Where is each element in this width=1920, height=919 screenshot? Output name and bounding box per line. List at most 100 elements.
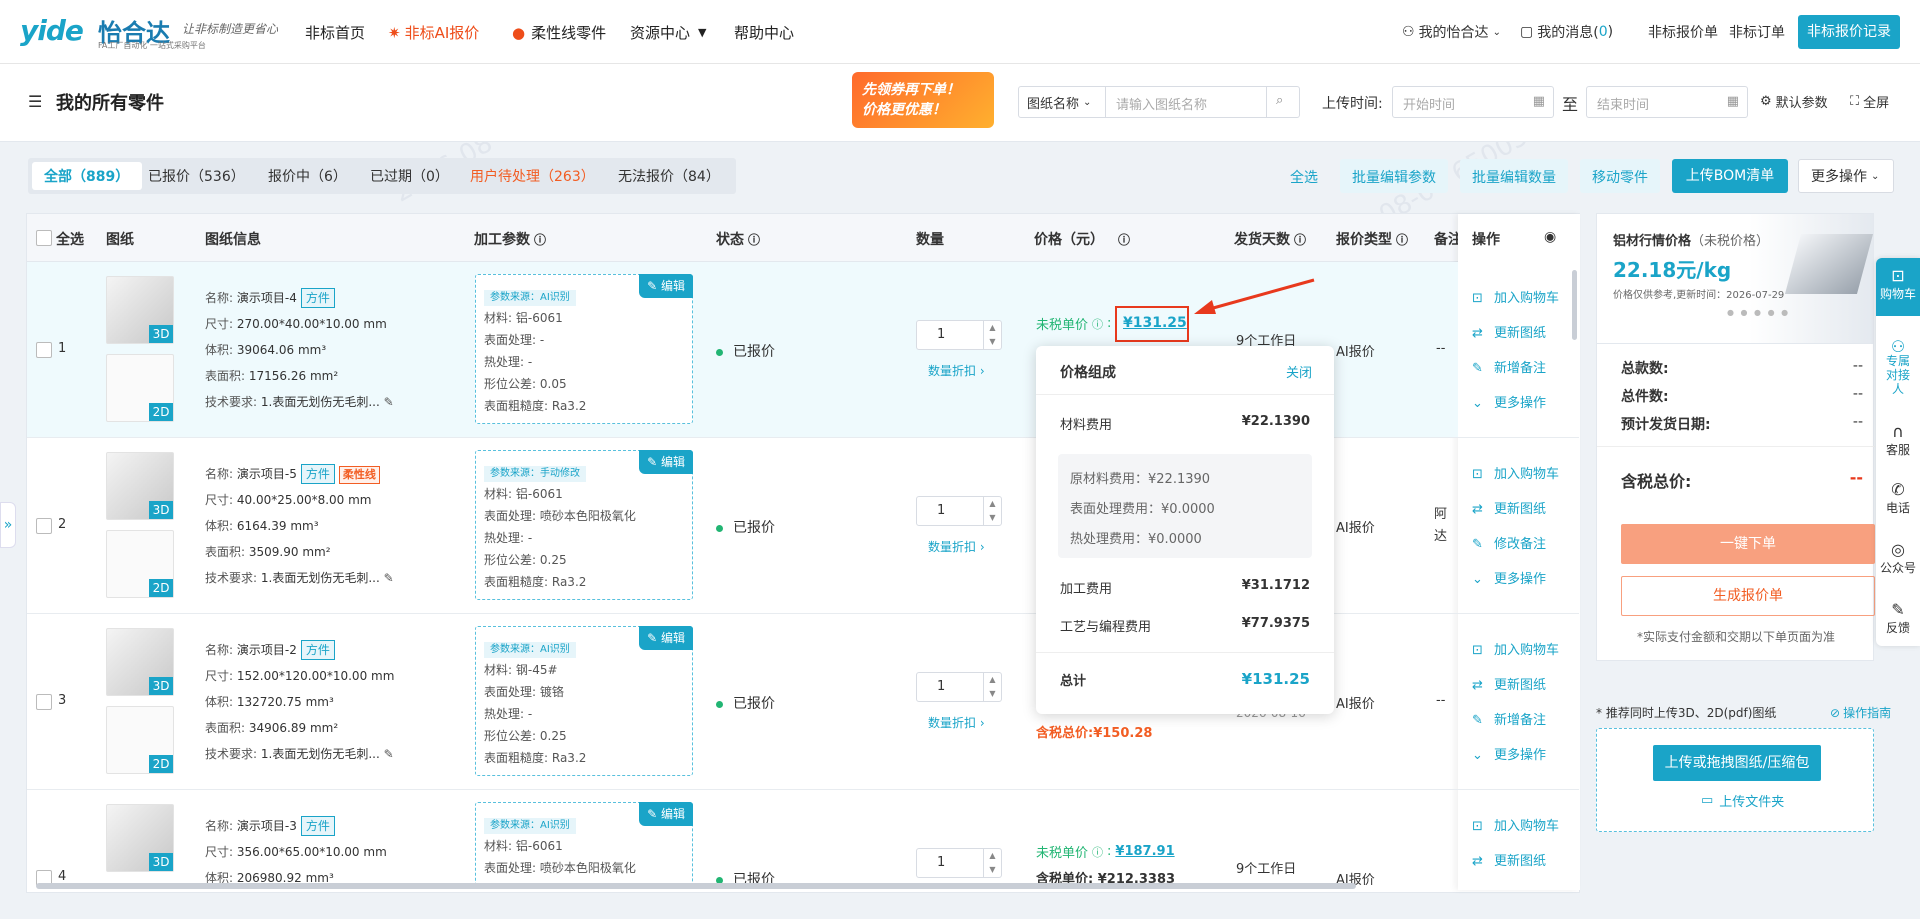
my-messages[interactable]: ▢ 我的消息(0) [1520, 22, 1613, 42]
edit-params-button[interactable]: ✎ 编辑 [639, 626, 693, 650]
batch-edit-params-button[interactable]: 批量编辑参数 [1340, 159, 1448, 193]
quote-orders-link[interactable]: 非标报价单 [1648, 22, 1718, 42]
sidebar-service[interactable]: ∩ 客服 [1876, 422, 1920, 458]
quantity-stepper[interactable]: 1 ▲ ▼ [916, 672, 1002, 702]
horizontal-scrollbar[interactable] [36, 883, 1356, 889]
sidebar-cart[interactable]: ⊡ 购物车 [1876, 258, 1920, 316]
qty-discount-link[interactable]: 数量折扣 › [928, 714, 985, 731]
sidebar-wechat[interactable]: ◎ 公众号 [1876, 540, 1920, 576]
edit-params-button[interactable]: ✎ 编辑 [639, 802, 693, 826]
help-icon[interactable]: ⓘ [1294, 231, 1306, 248]
help-icon[interactable]: ⓘ [1092, 316, 1103, 332]
3d-thumbnail[interactable]: 3D [106, 276, 174, 344]
search-input[interactable]: 请输入图纸名称 [1105, 86, 1267, 118]
add-remark-op[interactable]: ✎ 新增备注 [1472, 703, 1559, 738]
help-icon[interactable]: ⓘ [748, 231, 760, 248]
menu-list-icon[interactable]: ☰ [28, 92, 42, 111]
nav-home[interactable]: 非标首页 [305, 22, 365, 43]
sidebar-phone[interactable]: ✆ 电话 [1876, 480, 1920, 516]
my-account[interactable]: ⚇ 我的怡合达 ⌄ [1402, 22, 1501, 42]
select-all-checkbox[interactable] [36, 230, 52, 246]
3d-thumbnail[interactable]: 3D [106, 804, 174, 872]
help-icon[interactable]: ⓘ [1118, 231, 1130, 248]
update-drawing-op[interactable]: ⇄ 更新图纸 [1472, 844, 1559, 879]
orders-link[interactable]: 非标订单 [1729, 22, 1785, 42]
quantity-stepper[interactable]: 1 ▲ ▼ [916, 320, 1002, 350]
pencil-icon[interactable]: ✎ [384, 395, 394, 409]
add-remark-op[interactable]: ✎ 新增备注 [1472, 351, 1559, 386]
edit-params-button[interactable]: ✎ 编辑 [639, 450, 693, 474]
one-click-order-button[interactable]: 一键下单 [1621, 524, 1875, 564]
popup-close-button[interactable]: 关闭 [1286, 362, 1312, 381]
sidebar-feedback[interactable]: ✎ 反馈 [1876, 600, 1920, 636]
price-link[interactable]: ¥187.91 [1115, 844, 1174, 859]
upload-button[interactable]: 上传或拖拽图纸/压缩包 [1653, 745, 1821, 781]
select-all-link[interactable]: 全选 [1290, 167, 1318, 187]
carousel-dots[interactable]: ● ● ● ● ● [1727, 308, 1790, 317]
3d-thumbnail[interactable]: 3D [106, 628, 174, 696]
row-checkbox[interactable] [36, 694, 52, 710]
upload-folder-link[interactable]: ▭ 上传文件夹 [1701, 791, 1784, 810]
tab-all[interactable]: 全部（889） [44, 166, 129, 186]
more-ops[interactable]: ⌄ 更多操作 [1472, 386, 1559, 421]
promo-banner[interactable]: 先领券再下单！ 价格更优惠！ [852, 72, 994, 128]
row-checkbox[interactable] [36, 518, 52, 534]
row-checkbox[interactable] [36, 342, 52, 358]
2d-thumbnail[interactable]: 2D [106, 530, 174, 598]
nav-ai-quote[interactable]: ✷ 非标AI报价 [388, 22, 479, 43]
stepper-arrows[interactable]: ▲ ▼ [983, 497, 1001, 525]
add-to-cart-op[interactable]: ⊡ 加入购物车 [1472, 457, 1559, 492]
material-price-card[interactable]: 铝材行情价格（未税价格） 22.18元/kg 价格仅供参考,更新时间：2026-… [1596, 213, 1874, 345]
help-icon[interactable]: ⓘ [1396, 231, 1408, 248]
upload-bom-button[interactable]: 上传BOM清单 [1672, 159, 1788, 193]
2d-thumbnail[interactable]: 2D [106, 354, 174, 422]
help-icon[interactable]: ⓘ [1092, 844, 1103, 860]
3d-thumbnail[interactable]: 3D [106, 452, 174, 520]
expand-left-icon[interactable]: » [0, 502, 16, 548]
qty-discount-link[interactable]: 数量折扣 › [928, 538, 985, 555]
pencil-icon[interactable]: ✎ [384, 747, 394, 761]
2d-thumbnail[interactable]: 2D [106, 706, 174, 774]
default-params-button[interactable]: ⚙ 默认参数 [1760, 92, 1828, 111]
more-ops-dropdown[interactable]: 更多操作 ⌄ [1798, 159, 1894, 193]
more-ops[interactable]: ⌄ 更多操作 [1472, 562, 1559, 597]
nav-help[interactable]: 帮助中心 [734, 22, 794, 43]
tab-quoted[interactable]: 已报价（536） [148, 166, 245, 186]
generate-quote-button[interactable]: 生成报价单 [1621, 576, 1875, 616]
tab-quoting[interactable]: 报价中（6） [268, 166, 347, 186]
stepper-arrows[interactable]: ▲ ▼ [983, 849, 1001, 877]
search-field-select[interactable]: 图纸名称 ⌄ [1018, 86, 1106, 118]
nav-resources[interactable]: 资源中心 ▼ [630, 22, 706, 43]
guide-link[interactable]: ⊘ 操作指南 [1830, 704, 1891, 721]
quantity-stepper[interactable]: 1 ▲ ▼ [916, 848, 1002, 878]
update-drawing-op[interactable]: ⇄ 更新图纸 [1472, 492, 1559, 527]
quantity-stepper[interactable]: 1 ▲ ▼ [916, 496, 1002, 526]
move-parts-button[interactable]: 移动零件 [1580, 159, 1660, 193]
tab-cannot-quote[interactable]: 无法报价（84） [618, 166, 720, 186]
upload-dropzone[interactable]: 上传或拖拽图纸/压缩包 ▭ 上传文件夹 [1596, 728, 1874, 832]
tab-expired[interactable]: 已过期（0） [370, 166, 449, 186]
logo[interactable]: yide [20, 14, 84, 47]
add-to-cart-op[interactable]: ⊡ 加入购物车 [1472, 281, 1559, 316]
add-to-cart-op[interactable]: ⊡ 加入购物车 [1472, 633, 1559, 668]
batch-edit-qty-button[interactable]: 批量编辑数量 [1460, 159, 1568, 193]
nav-flex-parts[interactable]: ● 柔性线零件 [512, 22, 606, 43]
start-date-input[interactable]: 开始时间 ▦ [1392, 86, 1554, 118]
tab-user-pending[interactable]: 用户待处理（263） [470, 166, 595, 186]
update-drawing-op[interactable]: ⇄ 更新图纸 [1472, 668, 1559, 703]
more-ops[interactable]: ⌄ 更多操作 [1472, 738, 1559, 773]
price-link[interactable]: ¥131.25 [1115, 306, 1189, 342]
update-drawing-op[interactable]: ⇄ 更新图纸 [1472, 316, 1559, 351]
stepper-arrows[interactable]: ▲ ▼ [983, 321, 1001, 349]
end-date-input[interactable]: 结束时间 ▦ [1586, 86, 1748, 118]
quote-record-button[interactable]: 非标报价记录 [1798, 15, 1900, 49]
sidebar-contact[interactable]: ⚇ 专属对接人 [1876, 339, 1920, 397]
edit-remark-op[interactable]: ✎ 修改备注 [1472, 527, 1559, 562]
pencil-icon[interactable]: ✎ [384, 571, 394, 585]
edit-params-button[interactable]: ✎ 编辑 [639, 274, 693, 298]
stepper-arrows[interactable]: ▲ ▼ [983, 673, 1001, 701]
help-icon[interactable]: ⓘ [534, 231, 546, 248]
qty-discount-link[interactable]: 数量折扣 › [928, 362, 985, 379]
add-to-cart-op[interactable]: ⊡ 加入购物车 [1472, 809, 1559, 844]
search-icon[interactable]: ⌕ [1266, 86, 1300, 118]
